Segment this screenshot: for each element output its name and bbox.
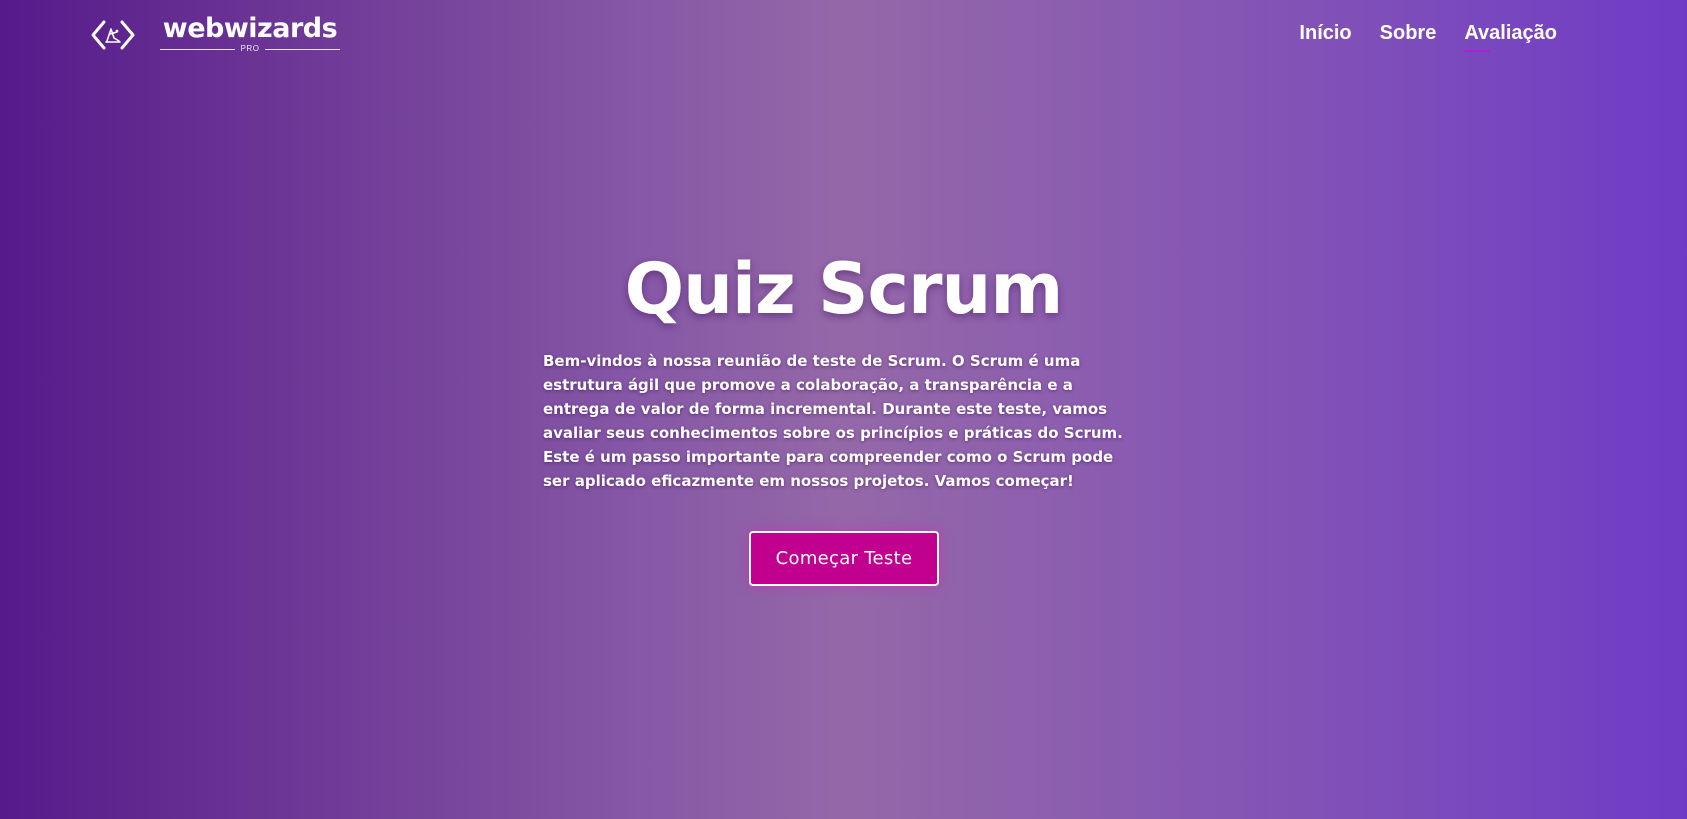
hero-description: Bem-vindos à nossa reunião de teste de S… — [543, 352, 1123, 490]
page-title: Quiz Scrum — [624, 248, 1064, 330]
hero-section: Quiz Scrum Bem-vindos à nossa reunião de… — [0, 0, 1687, 819]
start-test-button[interactable]: Começar Teste — [749, 531, 939, 586]
